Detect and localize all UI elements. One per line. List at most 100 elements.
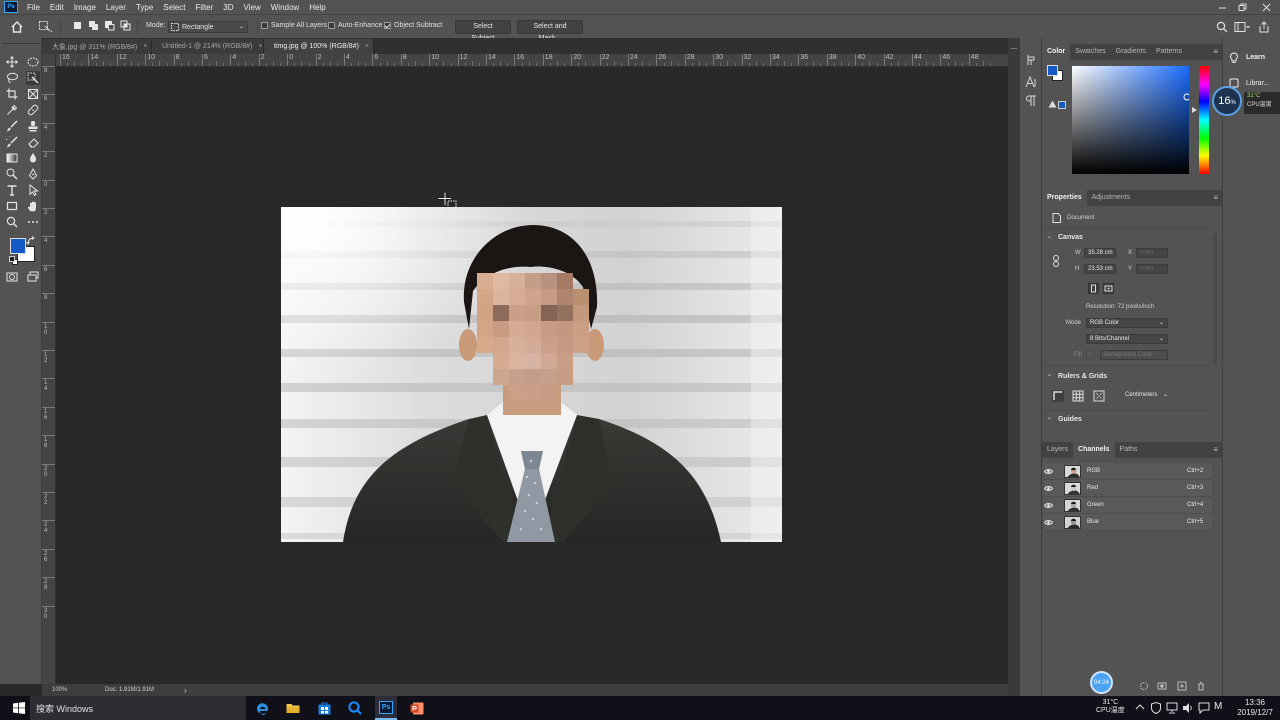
frame-tool-icon[interactable] xyxy=(26,87,40,101)
path-selection-tool-icon[interactable] xyxy=(26,183,40,197)
add-to-selection-icon[interactable] xyxy=(88,20,99,31)
visibility-eye-icon[interactable] xyxy=(1044,519,1058,526)
properties-scrollbar[interactable] xyxy=(1213,234,1217,364)
channel-row-green[interactable]: Green Ctrl+4 xyxy=(1044,497,1212,514)
status-menu-arrow-icon[interactable]: › xyxy=(184,686,187,695)
hand-tool-icon[interactable] xyxy=(26,199,40,213)
restore-icon[interactable] xyxy=(1232,0,1252,14)
sample-all-layers-box[interactable] xyxy=(261,22,268,29)
panel-menu-icon[interactable]: ≡ xyxy=(1213,193,1218,202)
panel-menu-icon[interactable]: ≡ xyxy=(1213,445,1218,454)
quick-mask-icon[interactable] xyxy=(5,270,19,284)
object-selection-tool-preset-icon[interactable] xyxy=(38,20,54,33)
color-picker-field[interactable] xyxy=(1072,66,1189,174)
menu-view[interactable]: View xyxy=(239,3,266,12)
marquee-tool-icon[interactable] xyxy=(26,55,40,69)
object-subtract-box[interactable] xyxy=(384,22,391,29)
learn-lightbulb-icon[interactable] xyxy=(1229,52,1239,64)
screen-mode-icon[interactable] xyxy=(26,270,40,284)
default-colors-icon[interactable] xyxy=(9,256,18,265)
web-safe-color-swatch[interactable] xyxy=(1058,101,1066,109)
auto-enhance-box[interactable] xyxy=(328,22,335,29)
minimize-icon[interactable] xyxy=(1212,0,1232,14)
menu-type[interactable]: Type xyxy=(131,3,158,12)
sample-all-layers-checkbox[interactable]: Sample All Layers xyxy=(261,22,327,29)
network-icon[interactable] xyxy=(1166,702,1178,714)
menu-help[interactable]: Help xyxy=(304,3,330,12)
subtract-from-selection-icon[interactable] xyxy=(104,20,115,31)
hue-slider[interactable] xyxy=(1199,66,1209,174)
ruler-toggle-icon[interactable] xyxy=(1052,390,1064,402)
object-subtract-checkbox[interactable]: Object Subtract xyxy=(384,22,442,29)
brush-tool-icon[interactable] xyxy=(5,119,19,133)
panel-menu-icon[interactable]: ≡ xyxy=(1213,47,1218,56)
new-selection-icon[interactable] xyxy=(73,20,83,31)
type-tool-icon[interactable] xyxy=(5,183,19,197)
bit-depth-select[interactable]: 8 Bits/Channel ⌄ xyxy=(1086,334,1168,344)
history-brush-tool-icon[interactable] xyxy=(5,135,19,149)
object-selection-tool-icon[interactable] xyxy=(26,71,40,85)
chevron-down-icon[interactable]: ⌄ xyxy=(1047,414,1052,421)
color-panel-foreground-swatch[interactable] xyxy=(1047,65,1058,76)
doc-tab-elephant[interactable]: 大象.jpg @ 311% (RGB/8#) × xyxy=(42,39,152,54)
cpu-usage-gauge[interactable]: 16% xyxy=(1212,86,1242,116)
taskbar-clock[interactable]: 13:36 2019/12/7 xyxy=(1232,698,1278,718)
tab-layers[interactable]: Layers xyxy=(1042,442,1073,458)
taskbar-search-box[interactable]: 搜索 Windows xyxy=(30,696,246,720)
gradient-tool-icon[interactable] xyxy=(5,151,19,165)
dodge-tool-icon[interactable] xyxy=(5,167,19,181)
edge-browser-icon[interactable] xyxy=(251,696,273,720)
grid-toggle-icon[interactable] xyxy=(1072,390,1084,402)
tab-paths[interactable]: Paths xyxy=(1115,442,1143,458)
swap-colors-icon[interactable] xyxy=(26,236,36,246)
libraries-label[interactable]: Librar... xyxy=(1246,80,1269,87)
zoom-tool-icon[interactable] xyxy=(5,215,19,229)
document-canvas-image[interactable] xyxy=(281,207,782,542)
cortana-search-icon[interactable] xyxy=(344,696,366,720)
blur-tool-icon[interactable] xyxy=(26,151,40,165)
new-channel-icon[interactable] xyxy=(1177,681,1187,691)
horizontal-ruler[interactable]: 16 14 12 10 8 6 4 2 0 2 4 6 8 10 12 14 16 18 20 22 24 26 28 30 3… xyxy=(56,54,1008,67)
hue-slider-handle-icon[interactable] xyxy=(1192,107,1198,113)
canvas-y-input[interactable]: 0 cm xyxy=(1136,264,1168,274)
doc-tab-untitled[interactable]: Untitled-1 @ 214% (RGB/8#) × xyxy=(152,39,264,54)
canvas-height-input[interactable]: 23.53 cm xyxy=(1084,264,1116,274)
lasso-tool-icon[interactable] xyxy=(5,71,19,85)
select-and-mask-button[interactable]: Select and Mask... xyxy=(517,20,583,42)
tab-swatches[interactable]: Swatches xyxy=(1070,44,1110,60)
mode-select[interactable]: Rectangle ⌄ xyxy=(168,21,248,33)
channel-row-rgb[interactable]: RGB Ctrl+2 xyxy=(1044,463,1212,480)
rulers-grids-section-title[interactable]: Rulers & Grids xyxy=(1058,373,1107,380)
menu-3d[interactable]: 3D xyxy=(218,3,238,12)
doc-tab-timg[interactable]: timg.jpg @ 100% (RGB/8#) × xyxy=(264,39,374,54)
move-tool-icon[interactable] xyxy=(5,55,19,69)
show-hidden-icons-chevron-icon[interactable] xyxy=(1135,703,1145,711)
home-icon[interactable] xyxy=(10,20,24,33)
tab-patterns[interactable]: Patterns xyxy=(1151,44,1187,60)
character-panel-icon[interactable] xyxy=(1025,76,1037,88)
menu-file[interactable]: File xyxy=(22,3,45,12)
guides-section-title[interactable]: Guides xyxy=(1058,416,1082,423)
input-method-indicator[interactable]: M xyxy=(1214,701,1222,712)
rectangle-tool-icon[interactable] xyxy=(5,199,19,213)
crop-tool-icon[interactable] xyxy=(5,87,19,101)
ruler-units-select[interactable]: Centimeters ⌄ xyxy=(1122,391,1168,401)
search-icon[interactable] xyxy=(1216,21,1228,33)
windows-start-icon[interactable] xyxy=(8,696,30,720)
close-tab-icon[interactable]: × xyxy=(365,43,369,50)
color-mode-select[interactable]: RGB Color ⌄ xyxy=(1086,318,1168,328)
delete-channel-icon[interactable] xyxy=(1196,681,1206,691)
visibility-eye-icon[interactable] xyxy=(1044,502,1058,509)
healing-brush-tool-icon[interactable] xyxy=(26,103,40,117)
load-channel-as-selection-icon[interactable] xyxy=(1139,681,1149,691)
volume-icon[interactable] xyxy=(1182,702,1194,714)
close-tab-icon[interactable]: × xyxy=(143,43,147,50)
canvas-section-title[interactable]: Canvas xyxy=(1058,234,1083,241)
toolbar-grip[interactable] xyxy=(2,40,40,44)
menu-select[interactable]: Select xyxy=(158,3,190,12)
tray-cpu-temp[interactable]: 31°C CPU温度 xyxy=(1096,699,1125,715)
foreground-color-swatch[interactable] xyxy=(10,238,26,254)
auto-enhance-checkbox[interactable]: Auto-Enhance xyxy=(328,22,382,29)
close-icon[interactable] xyxy=(1256,0,1276,14)
photoshop-taskbar-icon[interactable]: Ps xyxy=(375,696,397,720)
